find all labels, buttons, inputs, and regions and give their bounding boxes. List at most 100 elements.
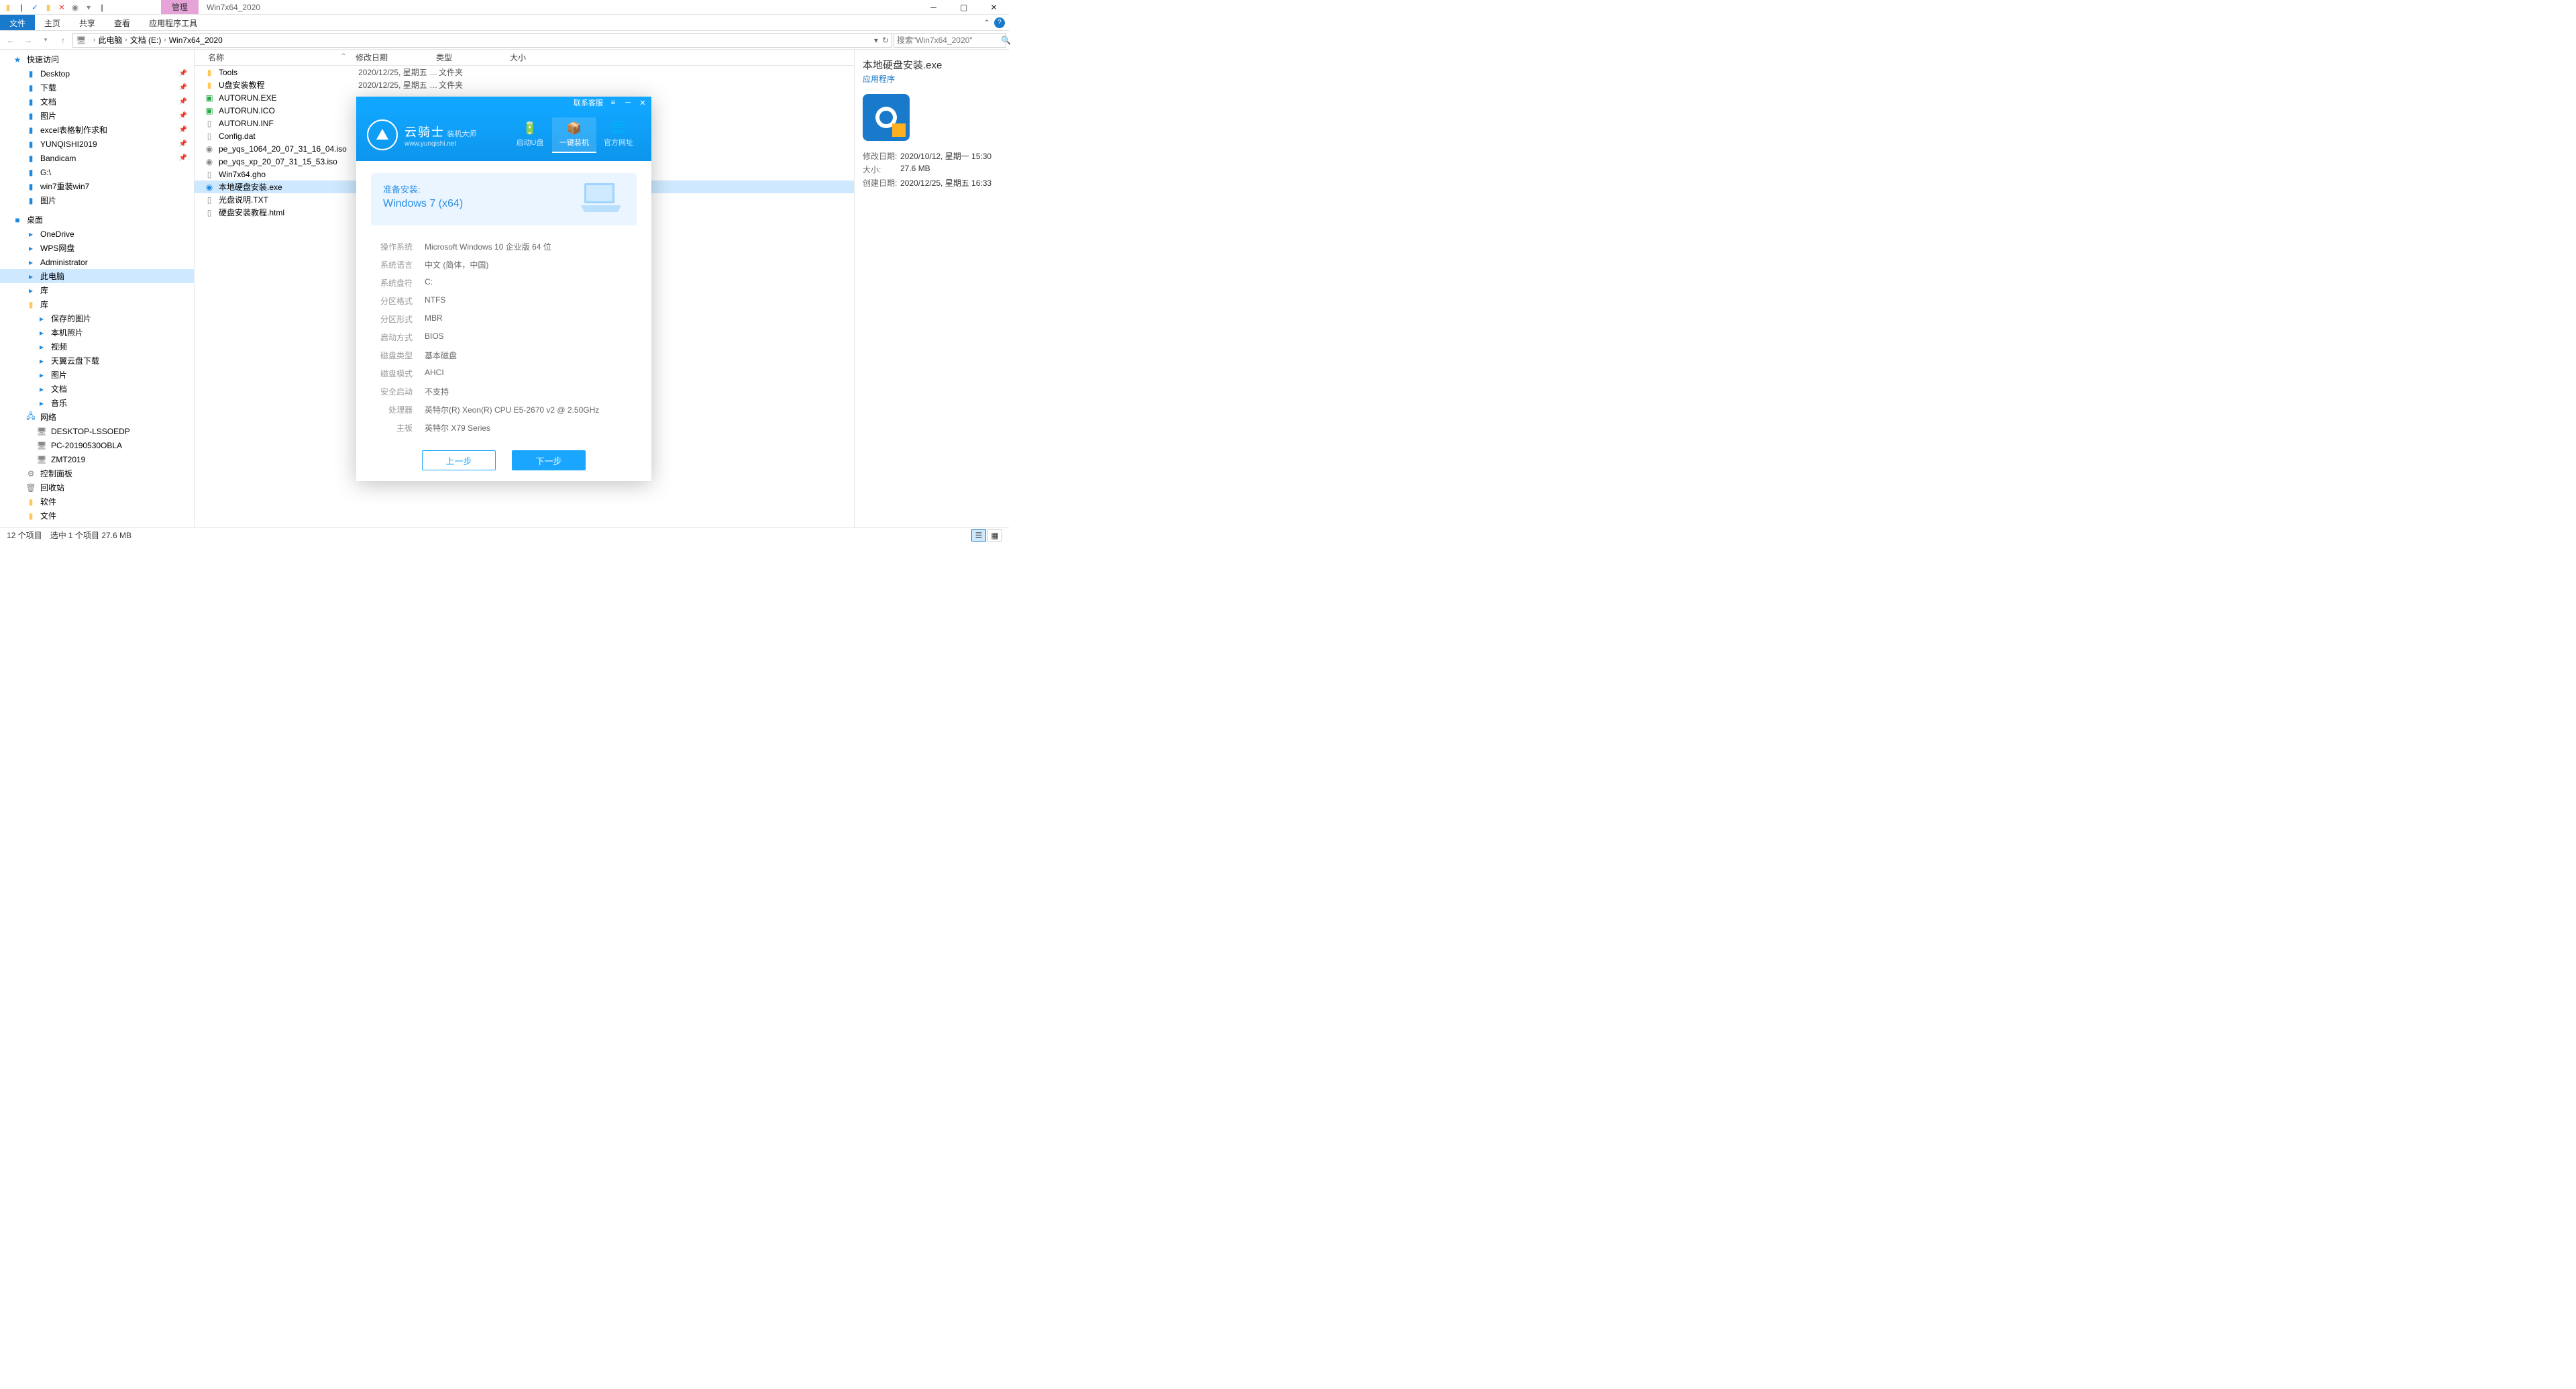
sidebar-item[interactable]: ▮Bandicam📌 [0,151,194,165]
dialog-nav-item[interactable]: 🔋 启动U盘 [508,117,552,153]
column-type[interactable]: 类型 [428,52,502,63]
details-view-button[interactable]: ☰ [971,529,986,542]
file-row[interactable]: ▮Tools2020/12/25, 星期五 1...文件夹 [195,66,854,79]
info-value: 不支持 [425,386,449,397]
crumb-pc[interactable]: 此电脑 [98,34,122,46]
icons-view-button[interactable]: ▦ [987,529,1002,542]
sidebar-item-label: 保存的图片 [51,313,91,324]
check-icon[interactable]: ✓ [30,2,40,13]
search-icon[interactable]: 🔍 [1001,36,1011,45]
search-input[interactable] [897,36,1001,45]
sidebar-item[interactable]: ▮文档📌 [0,95,194,109]
file-row[interactable]: ▮U盘安装教程2020/12/25, 星期五 1...文件夹 [195,79,854,91]
tab-view[interactable]: 查看 [105,15,140,30]
address-dropdown-icon[interactable]: ▾ [874,36,878,45]
sidebar-quick-access[interactable]: ★快速访问 [0,52,194,66]
info-label: 安全启动 [371,386,413,397]
search-box[interactable]: 🔍 [894,33,1006,48]
sidebar-item[interactable]: ▮YUNQISHI2019📌 [0,137,194,151]
minimize-icon[interactable]: ─ [623,98,633,107]
sidebar-item[interactable]: ▮win7重装win7 [0,179,194,193]
dialog-contact-link[interactable]: 联系客服 [574,97,603,108]
tab-app-tools[interactable]: 应用程序工具 [140,15,207,30]
prev-button[interactable]: 上一步 [422,450,496,470]
sidebar-item-label: excel表格制作求和 [40,124,107,136]
forward-button[interactable]: → [20,32,36,48]
sidebar-desktop[interactable]: ■桌面 [0,213,194,227]
sidebar-item[interactable]: ▸音乐 [0,396,194,410]
sidebar-item[interactable]: 🖥DESKTOP-LSSOEDP [0,424,194,438]
crumb-folder[interactable]: Win7x64_2020 [169,36,223,45]
sidebar-libraries[interactable]: ▮库 [0,297,194,311]
column-size[interactable]: 大小 [502,52,555,63]
view-switcher: ☰ ▦ [971,529,1002,542]
sidebar-item[interactable]: ▸图片 [0,368,194,382]
sidebar-network[interactable]: 🖧网络 [0,410,194,424]
sidebar-item[interactable]: ▸本机照片 [0,325,194,340]
sidebar-item[interactable]: ▸Administrator [0,255,194,269]
sidebar-item[interactable]: ▸OneDrive [0,227,194,241]
sidebar-item[interactable]: ▮图片 [0,193,194,207]
sidebar-item[interactable]: ▮下载📌 [0,81,194,95]
close-button[interactable]: ✕ [979,0,1009,15]
sidebar-control-panel[interactable]: ⚙控制面板 [0,466,194,480]
breadcrumb[interactable]: 🖥 › 此电脑 › 文档 (E:) › Win7x64_2020 ▾ ↻ [72,33,892,48]
sidebar-item[interactable]: ▸WPS网盘 [0,241,194,255]
sidebar-item[interactable]: ▸视频 [0,340,194,354]
details-value: 27.6 MB [900,164,1001,175]
help-icon[interactable]: ? [994,17,1005,28]
folder-small-icon[interactable]: ▮ [43,2,54,13]
sidebar-files[interactable]: ▮文件 [0,509,194,523]
info-row: 系统语言中文 (简体，中国) [371,256,637,274]
minimize-button[interactable]: ─ [918,0,949,15]
dialog-nav-item[interactable]: 🌐官方网址 [596,117,641,153]
sidebar-item[interactable]: ▸文档 [0,382,194,396]
dropdown-icon[interactable]: ▾ [83,2,94,13]
refresh-icon[interactable]: ↻ [882,36,889,45]
close-x-icon[interactable]: ✕ [56,2,67,13]
menu-icon[interactable]: ≡ [608,98,618,107]
sidebar-item[interactable]: ▸库 [0,283,194,297]
maximize-button[interactable]: ▢ [949,0,979,15]
sidebar-item[interactable]: ▮图片📌 [0,109,194,123]
sidebar-item[interactable]: ▸天翼云盘下载 [0,354,194,368]
sidebar-item-label: 文档 [51,383,67,395]
sidebar-recycle-bin[interactable]: 🗑回收站 [0,480,194,495]
disc-icon[interactable]: ◉ [70,2,80,13]
tab-share[interactable]: 共享 [70,15,105,30]
sidebar-item[interactable]: 🖥PC-20190530OBLA [0,438,194,452]
dialog-nav-item[interactable]: 📦一键装机 [552,117,596,153]
contextual-tab-header: 管理 [161,0,199,14]
column-date[interactable]: 修改日期 [347,52,428,63]
recent-dropdown[interactable]: ▾ [38,32,54,48]
details-label: 大小: [863,164,900,175]
sidebar-item[interactable]: ▮G:\ [0,165,194,179]
sidebar-item[interactable]: ▸此电脑 [0,269,194,283]
sidebar-software[interactable]: ▮软件 [0,495,194,509]
info-row: 分区格式NTFS [371,292,637,310]
chevron-right-icon[interactable]: › [123,36,128,44]
sidebar-item-label: 文档 [40,96,56,107]
sidebar-item[interactable]: ▮Desktop📌 [0,66,194,81]
details-label: 创建日期: [863,177,900,189]
close-icon[interactable]: ✕ [638,98,647,107]
sidebar-item[interactable]: ▸保存的图片 [0,311,194,325]
ribbon-collapse-icon[interactable]: ⌃ [983,18,990,28]
tab-home[interactable]: 主页 [35,15,70,30]
pin-icon: 📌 [179,84,187,91]
sidebar-item[interactable]: 🖥ZMT2019 [0,452,194,466]
column-name[interactable]: 名称 ⌃ [195,52,347,63]
up-button[interactable]: ↑ [55,32,71,48]
dialog-header: 云骑士 装机大师 www.yunqishi.net 🔋启动U盘📦一键装机🌐官方网… [356,109,651,161]
nav-icon: 🔋 [508,121,552,136]
file-tab[interactable]: 文件 [0,15,35,30]
status-count: 12 个项目 [7,529,42,541]
nav-label: 启动U盘 [517,139,544,147]
chevron-right-icon[interactable]: › [92,36,97,44]
back-button[interactable]: ← [3,32,19,48]
file-type-icon: ◉ [204,156,215,167]
next-button[interactable]: 下一步 [512,450,586,470]
crumb-drive[interactable]: 文档 (E:) [130,34,162,46]
chevron-right-icon[interactable]: › [162,36,167,44]
sidebar-item[interactable]: ▮excel表格制作求和📌 [0,123,194,137]
